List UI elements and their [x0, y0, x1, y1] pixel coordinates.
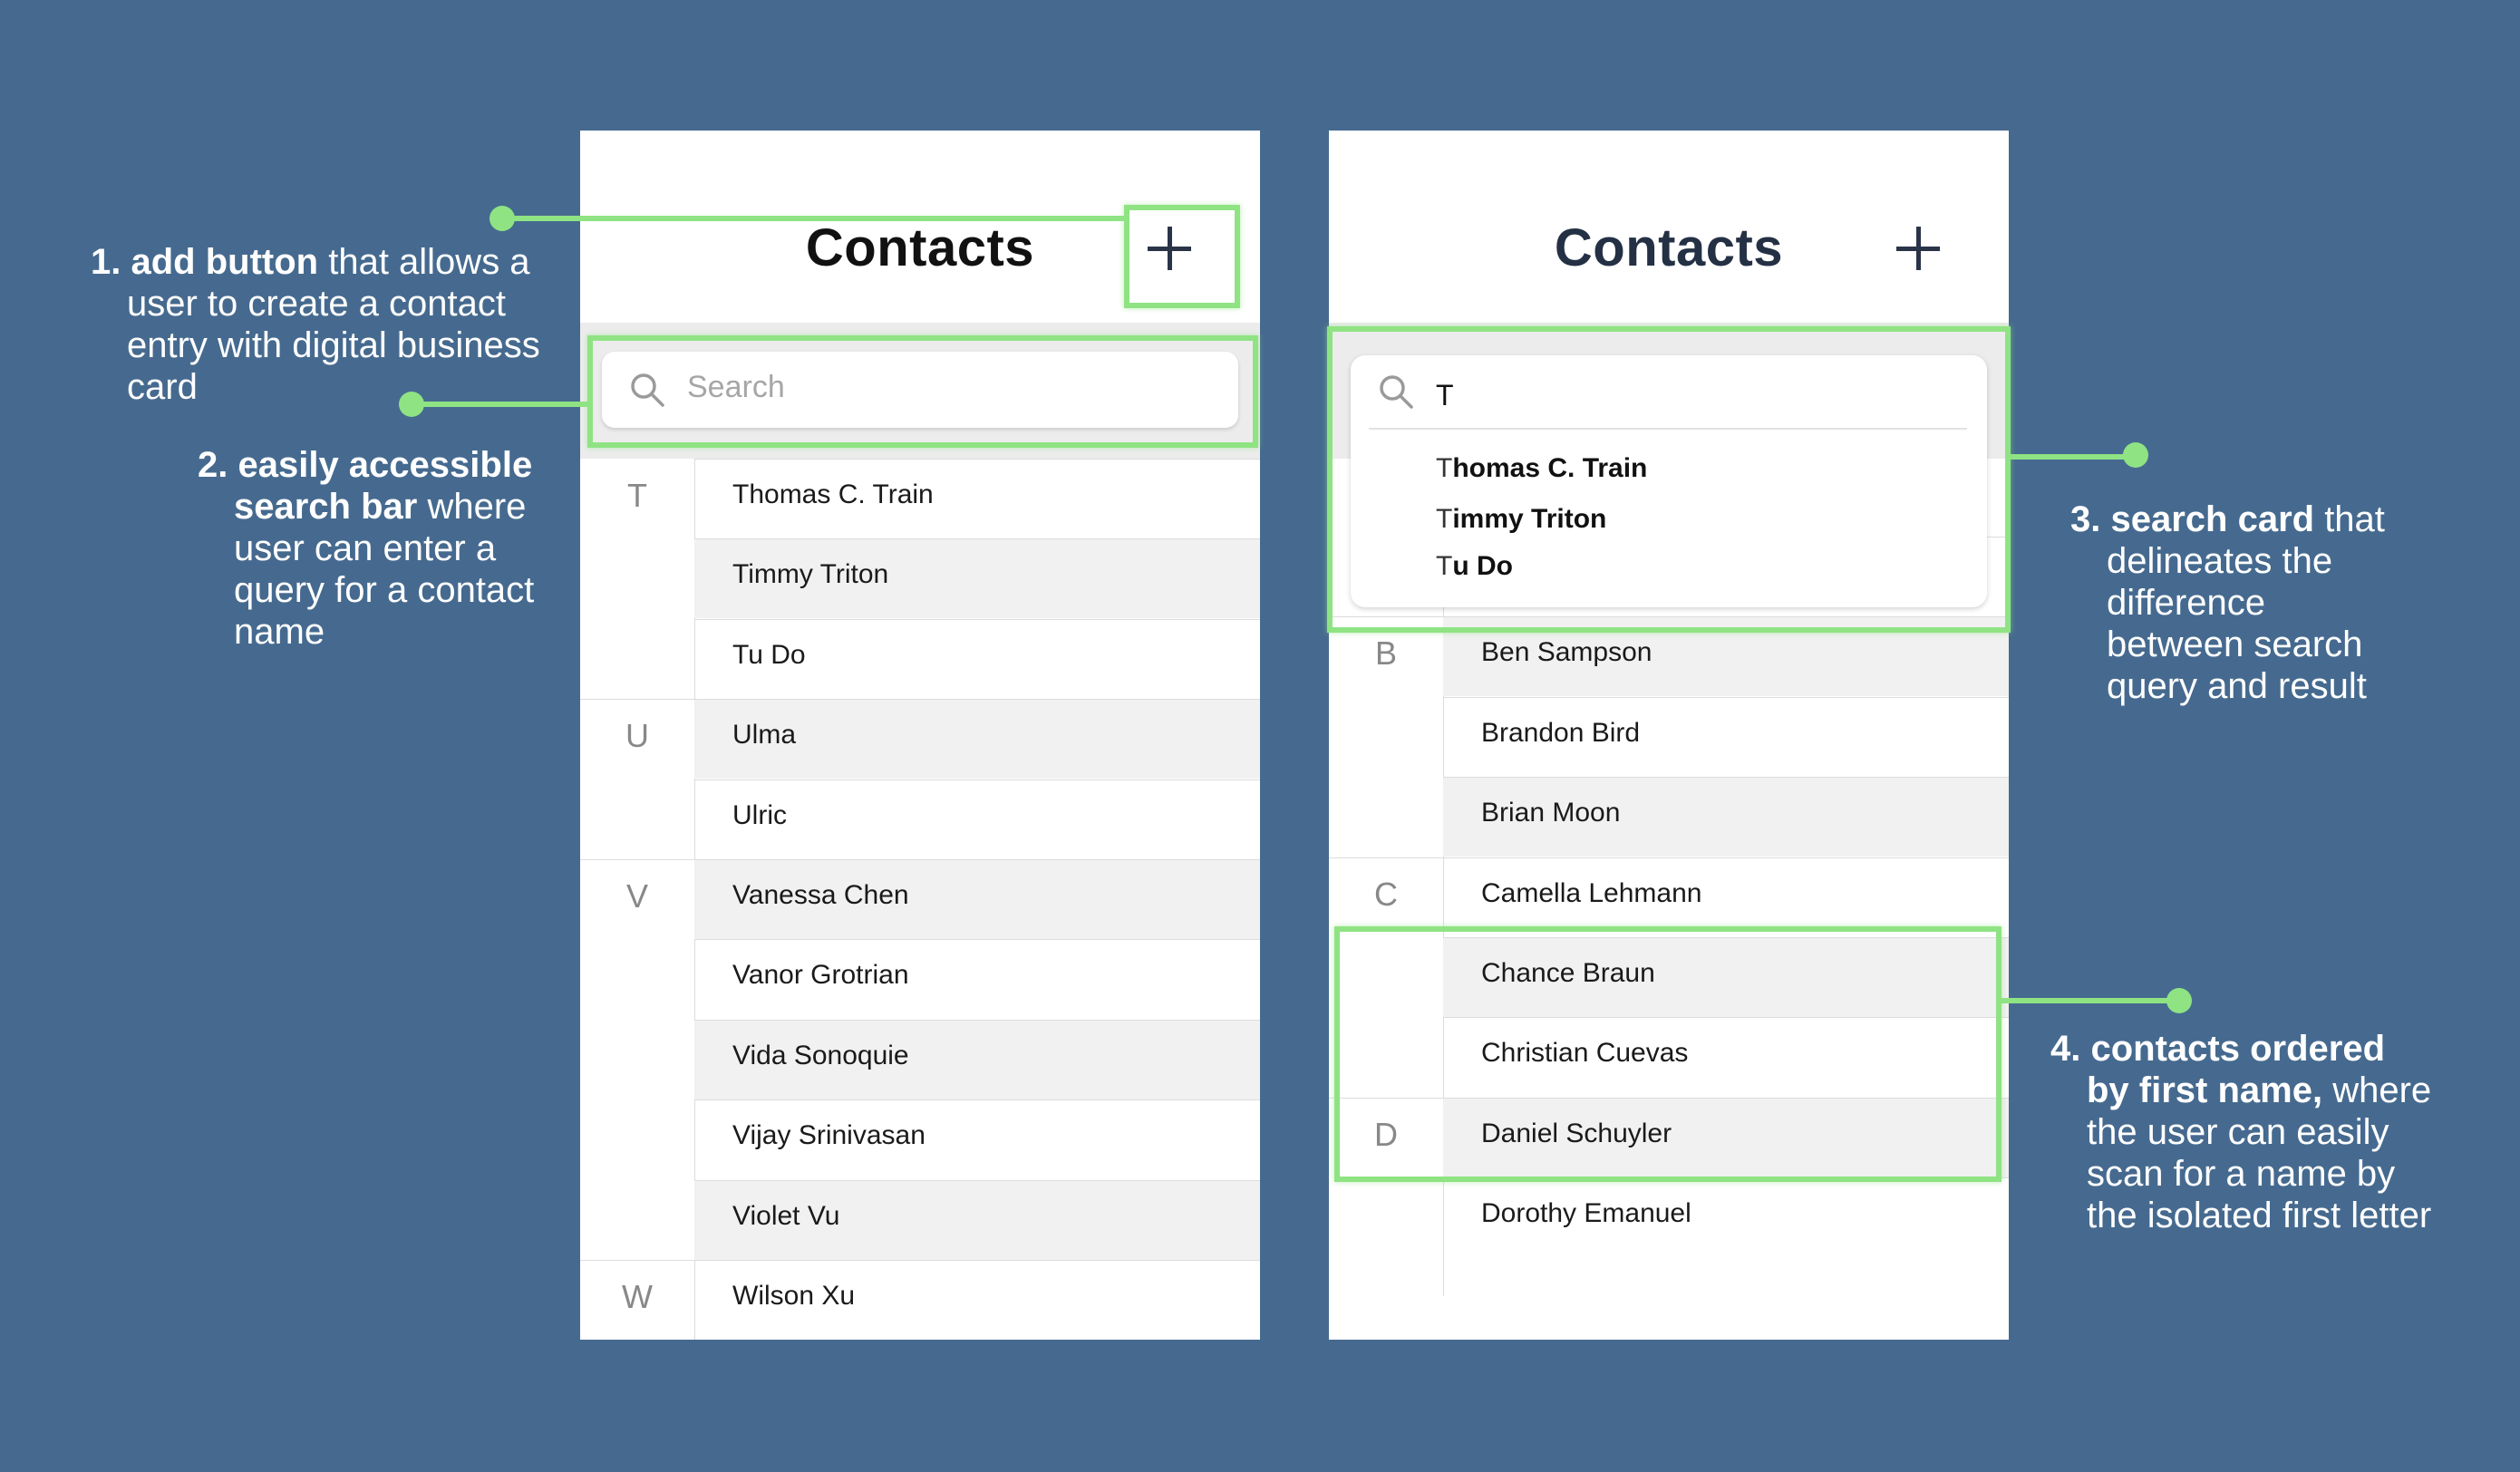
contact-row[interactable]: Tu Do [694, 618, 1260, 699]
contact-name: Violet Vu [732, 1200, 840, 1231]
contacts-screen-default: Contacts Search T Thomas C. Train Timmy Tr… [580, 131, 1260, 1340]
contact-row[interactable]: Camella Lehmann [1443, 857, 2009, 937]
contact-name: Dorothy Emanuel [1481, 1198, 1691, 1229]
contact-row[interactable]: Violet Vu [694, 1179, 1260, 1260]
leader-dot [489, 206, 515, 231]
section-letter: V [625, 877, 648, 915]
leader-dot [2166, 988, 2192, 1013]
section-letter: U [625, 717, 649, 755]
contact-row[interactable]: Timmy Triton [694, 538, 1260, 619]
contact-name: Brandon Bird [1481, 717, 1641, 748]
search-card-highlight [1327, 326, 2011, 633]
contact-name: Brian Moon [1481, 798, 1621, 828]
contact-name: Vanor Grotrian [732, 960, 909, 991]
annotation-search-bar: 2. easily accessible search bar where us… [198, 445, 535, 652]
section-divider [580, 1260, 694, 1261]
contact-row[interactable]: Vijay Srinivasan [694, 1099, 1260, 1179]
contact-name: Vanessa Chen [732, 880, 909, 910]
section-c-highlight [1334, 926, 2001, 1182]
contact-name: Ben Sampson [1481, 637, 1653, 668]
add-contact-button[interactable] [1891, 221, 1945, 276]
contact-row[interactable]: Vida Sonoquie [694, 1019, 1260, 1099]
contact-name: Camella Lehmann [1481, 877, 1702, 908]
leader-line [2007, 454, 2141, 460]
section-letter: T [627, 477, 647, 514]
leader-line [500, 216, 1126, 221]
contact-name: Vijay Srinivasan [732, 1120, 926, 1151]
contact-row[interactable]: Vanor Grotrian [694, 939, 1260, 1019]
search-bar-highlight [587, 335, 1258, 448]
annotation-search-card: 3. search card that delineates the diffe… [2070, 499, 2385, 706]
contact-row[interactable]: Ulric [694, 779, 1260, 859]
leader-dot [2123, 442, 2148, 468]
contact-row[interactable]: Wilson Xu [694, 1260, 1260, 1340]
contact-name: Wilson Xu [732, 1281, 856, 1311]
section-divider [580, 699, 694, 701]
section-divider [1329, 857, 1443, 858]
contact-name: Ulric [732, 799, 787, 830]
annotation-add-button: 1. add button that allows a user to crea… [91, 242, 540, 407]
annotation-ordering: 4. contacts ordered by first name, where… [2050, 1029, 2432, 1235]
section-letter: W [622, 1278, 653, 1315]
contact-name: Vida Sonoquie [732, 1040, 909, 1070]
section-letter: C [1374, 875, 1398, 913]
add-button-highlight [1124, 205, 1240, 308]
section-letter: B [1374, 634, 1397, 673]
contact-row[interactable]: Ulma [694, 699, 1260, 780]
contact-row[interactable]: Thomas C. Train [694, 459, 1260, 538]
contact-name: Tu Do [732, 639, 806, 670]
contact-name: Ulma [732, 720, 797, 751]
contact-name: Thomas C. Train [732, 479, 934, 509]
contact-row[interactable]: Brandon Bird [1443, 696, 2009, 777]
leader-line [2001, 998, 2183, 1003]
header: Contacts [1329, 131, 2009, 323]
contact-row[interactable]: Brian Moon [1443, 777, 2009, 857]
contact-row[interactable]: Vanessa Chen [694, 859, 1260, 939]
contact-name: Timmy Triton [732, 559, 889, 590]
section-divider [580, 859, 694, 860]
contact-row[interactable]: Dorothy Emanuel [1443, 1177, 2009, 1257]
